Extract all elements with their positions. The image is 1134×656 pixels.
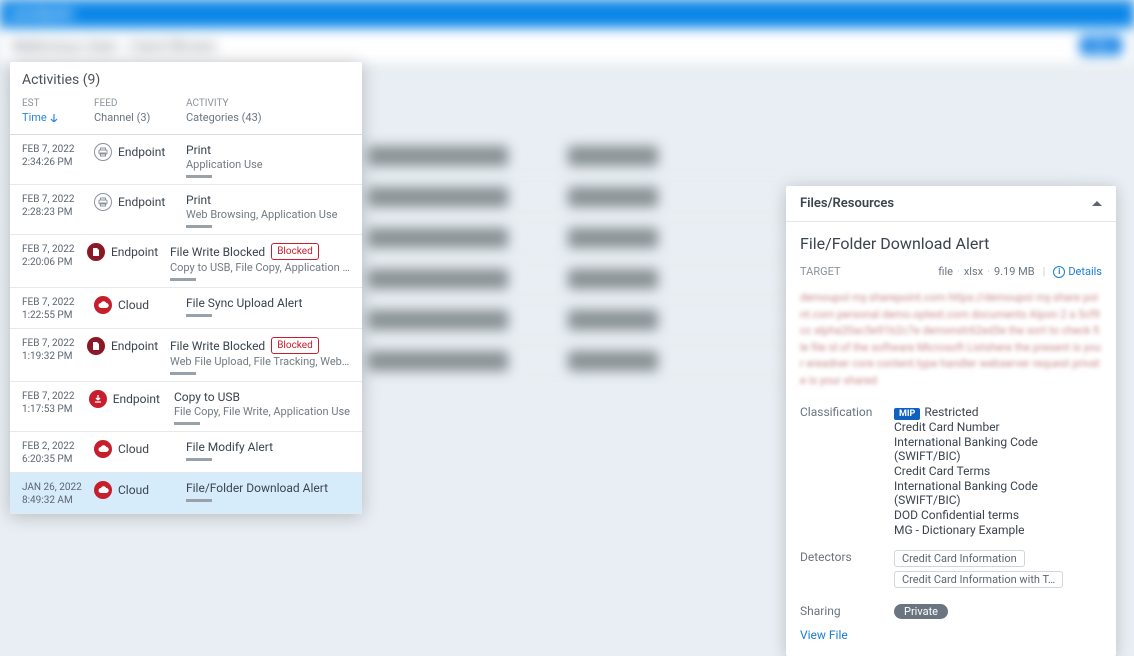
activity-main: File/Folder Download Alert xyxy=(186,481,350,502)
info-icon: i xyxy=(1053,266,1065,278)
mip-badge: MIP xyxy=(894,408,920,420)
activity-timestamp: FEB 7, 2022 1:19:32 PM xyxy=(22,337,87,363)
activity-row[interactable]: FEB 7, 2022 1:17:53 PM Endpoint Copy to … xyxy=(10,382,362,432)
activity-feed: Endpoint xyxy=(94,143,186,161)
top-app-bar: proofpoint xyxy=(0,0,1134,28)
detector-chip[interactable]: Credit Card Information with T… xyxy=(894,571,1063,588)
activity-main: File Sync Upload Alert xyxy=(186,296,350,317)
classification-line: Credit Card Terms xyxy=(894,464,1102,478)
activity-row[interactable]: FEB 7, 2022 2:20:06 PM Endpoint File Wri… xyxy=(10,235,362,288)
panel-header[interactable]: Files/Resources xyxy=(786,186,1116,222)
view-file-link[interactable]: View File xyxy=(800,628,848,642)
timeline-bar xyxy=(186,175,212,178)
collapse-icon[interactable] xyxy=(1092,201,1102,206)
timeline-bar xyxy=(186,225,212,228)
page-title: Malicious User - Carol Brown xyxy=(12,36,216,55)
activity-timestamp: JAN 26, 2022 8:49:32 AM xyxy=(22,481,94,507)
activity-timestamp: FEB 7, 2022 1:22:55 PM xyxy=(22,296,94,322)
target-label: TARGET xyxy=(800,265,841,278)
details-link[interactable]: i Details xyxy=(1053,265,1102,278)
private-badge: Private xyxy=(894,604,948,619)
activity-timestamp: FEB 7, 2022 2:34:26 PM xyxy=(22,143,94,169)
print-icon xyxy=(94,143,112,161)
activity-timestamp: FEB 2, 2022 6:20:35 PM xyxy=(22,440,94,466)
activity-timestamp: FEB 7, 2022 2:28:23 PM xyxy=(22,193,94,219)
redacted-text: demoupol my.sharepoint.com https://demou… xyxy=(786,286,1116,399)
detector-chip[interactable]: Credit Card Information xyxy=(894,550,1025,567)
activity-feed: Endpoint xyxy=(87,337,170,355)
activity-main: Print Application Use xyxy=(186,143,350,178)
detectors-value: Credit Card Information Credit Card Infor… xyxy=(894,550,1102,592)
blocked-badge: Blocked xyxy=(271,337,319,354)
activities-panel: Activities (9) EST Time FEED Channel (3)… xyxy=(10,62,362,514)
sort-down-icon xyxy=(50,114,58,122)
alert-title: File/Folder Download Alert xyxy=(786,222,1116,261)
classification-line: International Banking Code (SWIFT/BIC) xyxy=(894,479,1102,507)
target-row: TARGET file · xlsx · 9.19 MB | i Details xyxy=(786,261,1116,286)
activity-row[interactable]: FEB 7, 2022 2:34:26 PM Endpoint Print Ap… xyxy=(10,135,362,185)
activity-main: File Write Blocked Blocked Web File Uplo… xyxy=(170,337,350,375)
breadcrumb-bar: Malicious User - Carol Brown New xyxy=(0,28,1134,64)
brand-logo: proofpoint xyxy=(12,7,73,22)
activity-row[interactable]: FEB 7, 2022 2:28:23 PM Endpoint Print We… xyxy=(10,185,362,235)
cloud-icon xyxy=(94,440,112,458)
activity-feed: Cloud xyxy=(94,296,186,314)
activity-row[interactable]: FEB 7, 2022 1:19:32 PM Endpoint File Wri… xyxy=(10,329,362,382)
copy-icon xyxy=(89,390,107,408)
classification-line: International Banking Code (SWIFT/BIC) xyxy=(894,435,1102,463)
activity-main: Print Web Browsing, Application Use xyxy=(186,193,350,228)
timeline-bar xyxy=(186,458,212,461)
activity-feed: Endpoint xyxy=(89,390,174,408)
column-header-est[interactable]: EST Time xyxy=(22,98,94,124)
column-header-activity[interactable]: ACTIVITY Categories (43) xyxy=(186,98,350,124)
action-button[interactable]: New xyxy=(1080,36,1122,55)
timeline-bar xyxy=(170,372,196,375)
classification-section: Classification MIPRestricted Credit Card… xyxy=(786,399,1116,544)
activity-row[interactable]: JAN 26, 2022 8:49:32 AM Cloud File/Folde… xyxy=(10,473,362,514)
activity-feed: Cloud xyxy=(94,481,186,499)
activities-list: FEB 7, 2022 2:34:26 PM Endpoint Print Ap… xyxy=(10,135,362,514)
timeline-bar xyxy=(186,499,212,502)
activity-timestamp: FEB 7, 2022 1:17:53 PM xyxy=(22,390,89,416)
activity-feed: Cloud xyxy=(94,440,186,458)
activity-feed: Endpoint xyxy=(94,193,186,211)
file-resources-panel: Files/Resources File/Folder Download Ale… xyxy=(786,186,1116,656)
write-icon xyxy=(87,337,105,355)
cloud-icon xyxy=(94,481,112,499)
activities-column-headers: EST Time FEED Channel (3) ACTIVITY Categ… xyxy=(10,94,362,135)
classification-value: MIPRestricted Credit Card NumberInternat… xyxy=(894,405,1102,538)
column-header-feed[interactable]: FEED Channel (3) xyxy=(94,98,186,124)
activity-timestamp: FEB 7, 2022 2:20:06 PM xyxy=(22,243,87,269)
write-icon xyxy=(87,243,105,261)
detectors-section: Detectors Credit Card InformationCredit … xyxy=(786,544,1116,598)
activity-main: File Write Blocked Blocked Copy to USB, … xyxy=(170,243,350,281)
classification-line: MG - Dictionary Example xyxy=(894,523,1102,537)
activity-main: File Modify Alert xyxy=(186,440,350,461)
activity-row[interactable]: FEB 2, 2022 6:20:35 PM Cloud File Modify… xyxy=(10,432,362,473)
timeline-bar xyxy=(170,278,196,281)
activity-feed: Endpoint xyxy=(87,243,170,261)
activity-main: Copy to USB File Copy, File Write, Appli… xyxy=(174,390,350,425)
activity-row[interactable]: FEB 7, 2022 1:22:55 PM Cloud File Sync U… xyxy=(10,288,362,329)
sharing-section: Sharing Private xyxy=(786,598,1116,624)
timeline-bar xyxy=(186,314,212,317)
activities-title: Activities (9) xyxy=(10,62,362,94)
cloud-icon xyxy=(94,296,112,314)
view-file-row: View File xyxy=(786,624,1116,656)
classification-line: Credit Card Number xyxy=(894,420,1102,434)
print-icon xyxy=(94,193,112,211)
timeline-bar xyxy=(174,422,200,425)
classification-line: DOD Confidential terms xyxy=(894,508,1102,522)
blocked-badge: Blocked xyxy=(271,243,319,260)
